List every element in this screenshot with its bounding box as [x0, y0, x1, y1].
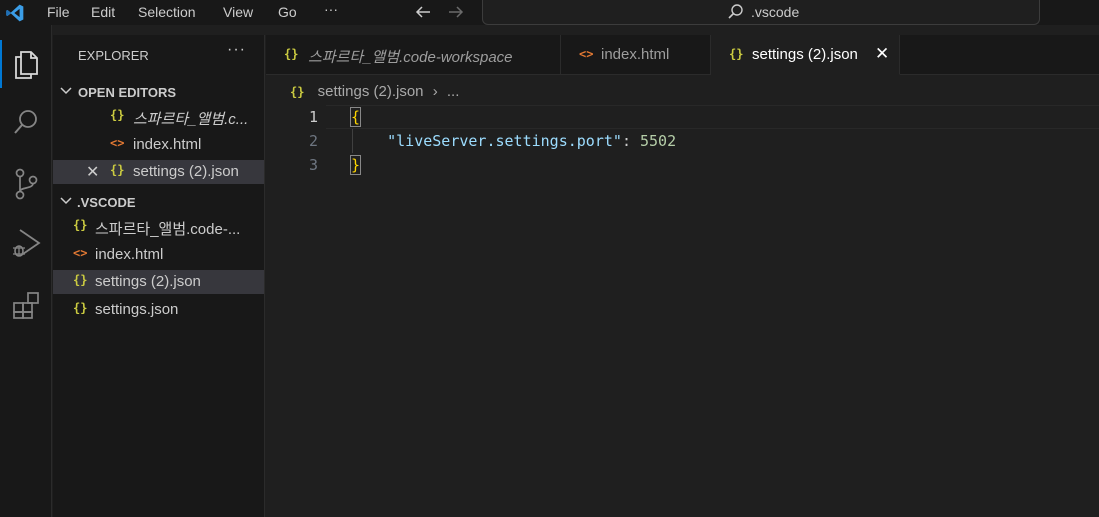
search-icon — [728, 4, 743, 19]
search-icon — [14, 110, 37, 134]
source-control-activity[interactable] — [0, 160, 52, 208]
open-brace: { — [349, 107, 362, 127]
json-file-icon: {} — [284, 47, 299, 61]
run-debug-icon — [13, 229, 41, 257]
title-bar: File Edit Selection View Go ··· .vscode — [0, 0, 1099, 25]
current-line-highlight — [326, 105, 1099, 129]
file-label: index.html — [95, 246, 164, 263]
command-center-text: .vscode — [751, 4, 800, 20]
menu-view[interactable]: View — [223, 4, 253, 20]
html-file-icon: <> — [110, 136, 125, 150]
file-label: settings (2).json — [95, 273, 201, 290]
tab-workspace[interactable]: {} 스파르타_앨범.code-workspace — [266, 35, 561, 75]
forward-arrow-icon[interactable] — [447, 4, 465, 20]
explorer-activity[interactable] — [0, 40, 52, 88]
line-number: 1 — [308, 108, 318, 126]
tab-settings-2-json[interactable]: {} settings (2).json ✕ — [711, 35, 900, 75]
open-editor-label: settings (2).json — [133, 163, 239, 180]
activity-bar — [0, 25, 52, 517]
tab-label: settings (2).json — [752, 46, 858, 63]
json-file-icon: {} — [73, 301, 88, 315]
json-file-icon: {} — [73, 273, 88, 287]
open-editors-section[interactable]: OPEN EDITORS — [53, 80, 264, 104]
vscode-folder-section[interactable]: .VSCODE — [53, 190, 264, 214]
tab-close-icon[interactable]: ✕ — [875, 44, 889, 64]
open-editors-title: OPEN EDITORS — [78, 85, 177, 100]
tab-label: 스파르타_앨범.code-workspace — [308, 49, 513, 66]
menu-go[interactable]: Go — [278, 4, 297, 20]
html-file-icon: <> — [579, 47, 594, 61]
file-item[interactable]: {} settings (2).json — [53, 270, 264, 294]
json-file-icon: {} — [729, 47, 744, 61]
open-editor-item[interactable]: <> index.html — [53, 133, 264, 157]
search-activity[interactable] — [0, 99, 52, 147]
json-key: "liveServer.settings.port" — [387, 132, 622, 150]
breadcrumb-more[interactable]: ... — [447, 83, 460, 100]
line-number: 3 — [308, 156, 318, 174]
code-line: "liveServer.settings.port": 5502 — [351, 129, 676, 153]
explorer-sidebar: EXPLORER ··· OPEN EDITORS {} 스파르타_앨범.c..… — [53, 35, 265, 517]
editor-tabs: {} 스파르타_앨범.code-workspace <> index.html … — [266, 35, 1099, 75]
open-editor-label: 스파르타_앨범.c... — [133, 111, 249, 128]
back-arrow-icon[interactable] — [414, 4, 432, 20]
folder-title: .VSCODE — [77, 195, 136, 210]
json-file-icon: {} — [110, 108, 125, 122]
json-colon: : — [621, 132, 640, 150]
code-editor[interactable]: { "liveServer.settings.port": 5502 } — [349, 105, 676, 177]
line-number: 2 — [308, 132, 318, 150]
open-editor-item[interactable]: ✕ {} settings (2).json — [53, 160, 264, 184]
close-brace: } — [349, 155, 362, 175]
source-control-icon — [15, 168, 38, 200]
chevron-down-icon — [60, 87, 72, 95]
menu-file[interactable]: File — [47, 4, 70, 20]
code-line: } — [349, 153, 362, 177]
menu-more[interactable]: ··· — [324, 1, 338, 17]
json-file-icon: {} — [110, 163, 125, 177]
chevron-right-icon: › — [432, 83, 438, 100]
breadcrumb: {} settings (2).json › ... — [290, 83, 459, 100]
open-editor-label: index.html — [133, 136, 202, 153]
breadcrumb-file[interactable]: settings (2).json — [318, 83, 424, 100]
vscode-logo-icon[interactable] — [5, 3, 25, 23]
json-number-value: 5502 — [640, 132, 677, 150]
files-icon — [15, 51, 38, 79]
open-editor-item[interactable]: {} 스파르타_앨범.c... — [53, 105, 264, 129]
extensions-activity[interactable] — [0, 281, 52, 329]
file-label: settings.json — [95, 301, 179, 318]
file-item[interactable]: {} settings.json — [53, 298, 264, 322]
code-line: { — [349, 105, 362, 129]
explorer-title: EXPLORER — [78, 48, 149, 63]
menu-selection[interactable]: Selection — [138, 4, 196, 20]
file-label: 스파르타_앨범.code-... — [95, 221, 241, 238]
extensions-icon — [13, 292, 39, 319]
tab-label: index.html — [601, 46, 670, 63]
chevron-down-icon — [60, 197, 72, 205]
menu-edit[interactable]: Edit — [91, 4, 115, 20]
file-item[interactable]: {} 스파르타_앨범.code-... — [53, 215, 264, 239]
file-item[interactable]: <> index.html — [53, 243, 264, 267]
close-icon[interactable]: ✕ — [86, 162, 99, 182]
json-file-icon: {} — [73, 218, 88, 232]
tab-index-html[interactable]: <> index.html — [561, 35, 711, 75]
run-debug-activity[interactable] — [0, 219, 52, 267]
html-file-icon: <> — [73, 246, 88, 260]
explorer-more-button[interactable]: ··· — [227, 41, 246, 59]
json-file-icon: {} — [290, 85, 305, 99]
command-center[interactable]: .vscode — [482, 0, 1040, 25]
